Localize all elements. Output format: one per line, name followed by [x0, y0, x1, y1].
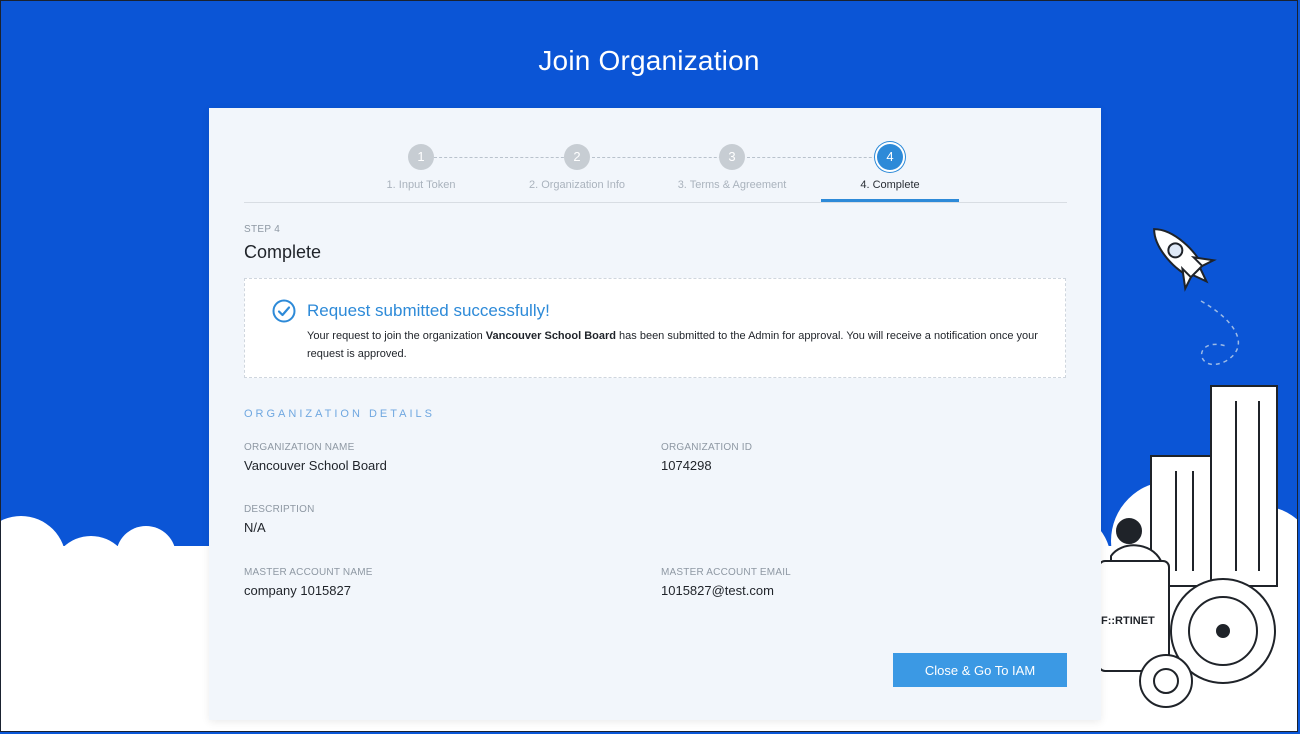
field-value: company 1015827 — [244, 583, 351, 598]
step-terms-agreement: 3 3. Terms & Agreement — [662, 144, 802, 191]
step-number: 3 — [719, 144, 745, 170]
description-field: DESCRIPTION N/A — [244, 504, 315, 535]
step-label: 4. Complete — [860, 179, 920, 191]
step-input-token: 1 1. Input Token — [351, 144, 491, 191]
step-complete: 4 4. Complete — [820, 144, 960, 202]
step-number: 4 — [877, 144, 903, 170]
laptop-icon: F::RTINET — [1098, 560, 1170, 672]
master-account-name-field: MASTER ACCOUNT NAME company 1015827 — [244, 567, 373, 598]
field-label: DESCRIPTION — [244, 504, 315, 515]
organization-name-field: ORGANIZATION NAME Vancouver School Board — [244, 442, 387, 473]
field-label: MASTER ACCOUNT NAME — [244, 567, 373, 578]
step-label: 1. Input Token — [386, 179, 456, 191]
field-label: ORGANIZATION ID — [661, 442, 753, 453]
success-title: Request submitted successfully! — [307, 301, 550, 320]
app-window: F::RTINET Join Organization 1 1. Input T… — [0, 0, 1298, 732]
stepper: 1 1. Input Token 2 2. Organization Info … — [244, 144, 1067, 204]
stepper-baseline — [244, 202, 1067, 203]
field-label: MASTER ACCOUNT EMAIL — [661, 567, 791, 578]
check-circle-icon — [272, 299, 296, 323]
fortinet-logo-text: F::RTINET — [1101, 615, 1155, 627]
gear-small-icon — [1139, 654, 1193, 708]
step-number: 2 — [564, 144, 590, 170]
step-label: 2. Organization Info — [528, 179, 625, 191]
close-go-to-iam-button[interactable]: Close & Go To IAM — [893, 653, 1067, 687]
field-value: Vancouver School Board — [244, 458, 387, 473]
section-heading: ORGANIZATION DETAILS — [244, 408, 435, 420]
step-title: Complete — [244, 242, 322, 262]
step-kicker: STEP 4 — [244, 224, 281, 235]
success-message-box: Request submitted successfully! Your req… — [244, 278, 1066, 378]
step-number: 1 — [408, 144, 434, 170]
field-value: N/A — [244, 520, 266, 535]
page-title: Join Organization — [538, 45, 760, 76]
active-step-indicator — [821, 199, 959, 202]
master-account-email-field: MASTER ACCOUNT EMAIL 1015827@test.com — [661, 567, 791, 598]
success-text: Your request to join the organization Va… — [307, 327, 1047, 363]
success-org-name: Vancouver School Board — [485, 330, 616, 342]
rocket-icon — [1153, 228, 1217, 292]
success-text-before: Your request to join the organization — [307, 330, 486, 342]
step-label: 3. Terms & Agreement — [677, 179, 787, 191]
building-icon — [1150, 385, 1278, 587]
organization-id-field: ORGANIZATION ID 1074298 — [661, 442, 752, 473]
join-organization-card: 1 1. Input Token 2 2. Organization Info … — [209, 108, 1101, 720]
step-organization-info: 2 2. Organization Info — [507, 144, 647, 191]
field-label: ORGANIZATION NAME — [244, 442, 355, 453]
field-value: 1074298 — [661, 458, 712, 473]
trail-icon — [1200, 300, 1239, 366]
field-value: 1015827@test.com — [661, 583, 774, 598]
